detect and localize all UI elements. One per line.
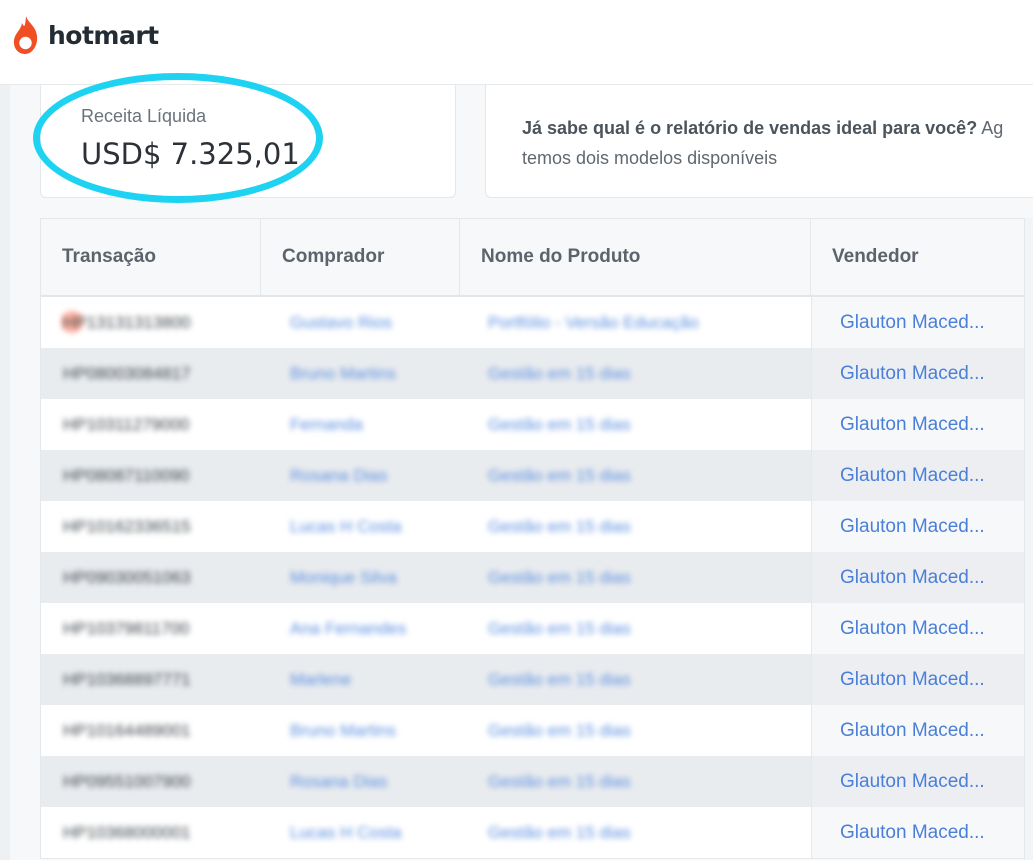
transaction-cell: HP09030051063: [63, 568, 191, 587]
transaction-cell: HP10162336515: [63, 517, 191, 536]
top-bar: hotmart: [0, 0, 1033, 85]
transaction-cell: HP08003084817: [63, 364, 191, 383]
seller-link[interactable]: Glauton Maced...: [811, 297, 1033, 348]
transaction-cell: HP10164489001: [63, 721, 191, 740]
right-edge: [1024, 218, 1033, 860]
header-seller[interactable]: Vendedor: [811, 219, 1033, 295]
product-link[interactable]: Portfólio - Versão Educação: [488, 297, 699, 348]
flame-icon: [13, 16, 38, 54]
buyer-link[interactable]: Gustavo Rios: [290, 297, 392, 348]
table-row[interactable]: HP10164489001 Bruno Martins Gestão em 15 d…: [41, 705, 1033, 756]
header-transaction[interactable]: Transação: [41, 219, 261, 295]
table-row[interactable]: HP08003084817 Bruno Martins Gestão em 15 d…: [41, 348, 1033, 399]
buyer-link[interactable]: Bruno Martins: [290, 705, 396, 756]
buyer-link[interactable]: Marlene: [290, 654, 351, 705]
transaction-cell: HP10379811700: [63, 619, 190, 638]
left-edge: [0, 85, 10, 860]
hotmart-logo[interactable]: hotmart: [10, 14, 159, 56]
product-link[interactable]: Gestão em 15 dias: [488, 348, 631, 399]
table-row[interactable]: HP09030051063 Monique Silva Gestão em 15 d…: [41, 552, 1033, 603]
product-link[interactable]: Gestão em 15 dias: [488, 603, 631, 654]
seller-link[interactable]: Glauton Maced...: [811, 807, 1033, 858]
table-row[interactable]: HP10311279000 Fernanda Gestão em 15 dias Gl…: [41, 399, 1033, 450]
transaction-cell: HP10311279000: [63, 415, 190, 434]
product-link[interactable]: Gestão em 15 dias: [488, 501, 631, 552]
seller-link[interactable]: Glauton Maced...: [811, 501, 1033, 552]
table-row[interactable]: HP10368000001 Lucas H Costa Gestão em 15 d…: [41, 807, 1033, 858]
seller-link[interactable]: Glauton Maced...: [811, 603, 1033, 654]
sales-table: Transação Comprador Nome do Produto Vend…: [40, 218, 1033, 859]
product-link[interactable]: Gestão em 15 dias: [488, 552, 631, 603]
report-info-rest: Ag: [977, 118, 1004, 138]
buyer-link[interactable]: Rosana Dias: [290, 450, 387, 501]
header-buyer[interactable]: Comprador: [261, 219, 460, 295]
table-body: HP13131313800 Gustavo Rios Portfólio - Ver…: [41, 297, 1033, 858]
seller-link[interactable]: Glauton Maced...: [811, 756, 1033, 807]
transaction-cell: HP10368897771: [63, 670, 191, 689]
seller-link[interactable]: Glauton Maced...: [811, 450, 1033, 501]
product-link[interactable]: Gestão em 15 dias: [488, 399, 631, 450]
buyer-link[interactable]: Fernanda: [290, 399, 363, 450]
table-row[interactable]: HP13131313800 Gustavo Rios Portfólio - Ver…: [41, 297, 1033, 348]
product-link[interactable]: Gestão em 15 dias: [488, 654, 631, 705]
product-link[interactable]: Gestão em 15 dias: [488, 450, 631, 501]
transaction-cell: HP10368000001: [63, 823, 191, 842]
transaction-cell: HP09551007900: [63, 772, 191, 791]
product-link[interactable]: Gestão em 15 dias: [488, 756, 631, 807]
table-row[interactable]: HP10368897771 Marlene Gestão em 15 dias Gla…: [41, 654, 1033, 705]
table-row[interactable]: HP10379811700 Ana Fernandes Gestão em 15 d…: [41, 603, 1033, 654]
seller-link[interactable]: Glauton Maced...: [811, 654, 1033, 705]
seller-link[interactable]: Glauton Maced...: [811, 705, 1033, 756]
seller-link[interactable]: Glauton Maced...: [811, 552, 1033, 603]
buyer-link[interactable]: Bruno Martins: [290, 348, 396, 399]
seller-link[interactable]: Glauton Maced...: [811, 348, 1033, 399]
table-row[interactable]: HP09551007900 Rosana Dias Gestão em 15 dia…: [41, 756, 1033, 807]
buyer-link[interactable]: Monique Silva: [290, 552, 397, 603]
header-product[interactable]: Nome do Produto: [460, 219, 811, 295]
buyer-link[interactable]: Ana Fernandes: [290, 603, 406, 654]
report-info-card: Já sabe qual é o relatório de vendas ide…: [485, 85, 1033, 198]
report-info-question: Já sabe qual é o relatório de vendas ide…: [522, 118, 978, 138]
report-info-text: Já sabe qual é o relatório de vendas ide…: [522, 113, 1003, 173]
product-link[interactable]: Gestão em 15 dias: [488, 705, 631, 756]
buyer-link[interactable]: Lucas H Costa: [290, 807, 402, 858]
seller-link[interactable]: Glauton Maced...: [811, 399, 1033, 450]
table-row[interactable]: HP10162336515 Lucas H Costa Gestão em 15 d…: [41, 501, 1033, 552]
report-info-line2: temos dois modelos disponíveis: [522, 148, 778, 168]
product-link[interactable]: Gestão em 15 dias: [488, 807, 631, 858]
table-header: Transação Comprador Nome do Produto Vend…: [41, 219, 1033, 297]
transaction-cell: HP08087110090: [63, 466, 190, 485]
buyer-link[interactable]: Rosana Dias: [290, 756, 387, 807]
transaction-cell: HP13131313800: [63, 313, 191, 332]
highlight-ellipse: [33, 73, 323, 203]
buyer-link[interactable]: Lucas H Costa: [290, 501, 402, 552]
table-row[interactable]: HP08087110090 Rosana Dias Gestão em 15 dia…: [41, 450, 1033, 501]
brand-name: hotmart: [48, 20, 159, 50]
